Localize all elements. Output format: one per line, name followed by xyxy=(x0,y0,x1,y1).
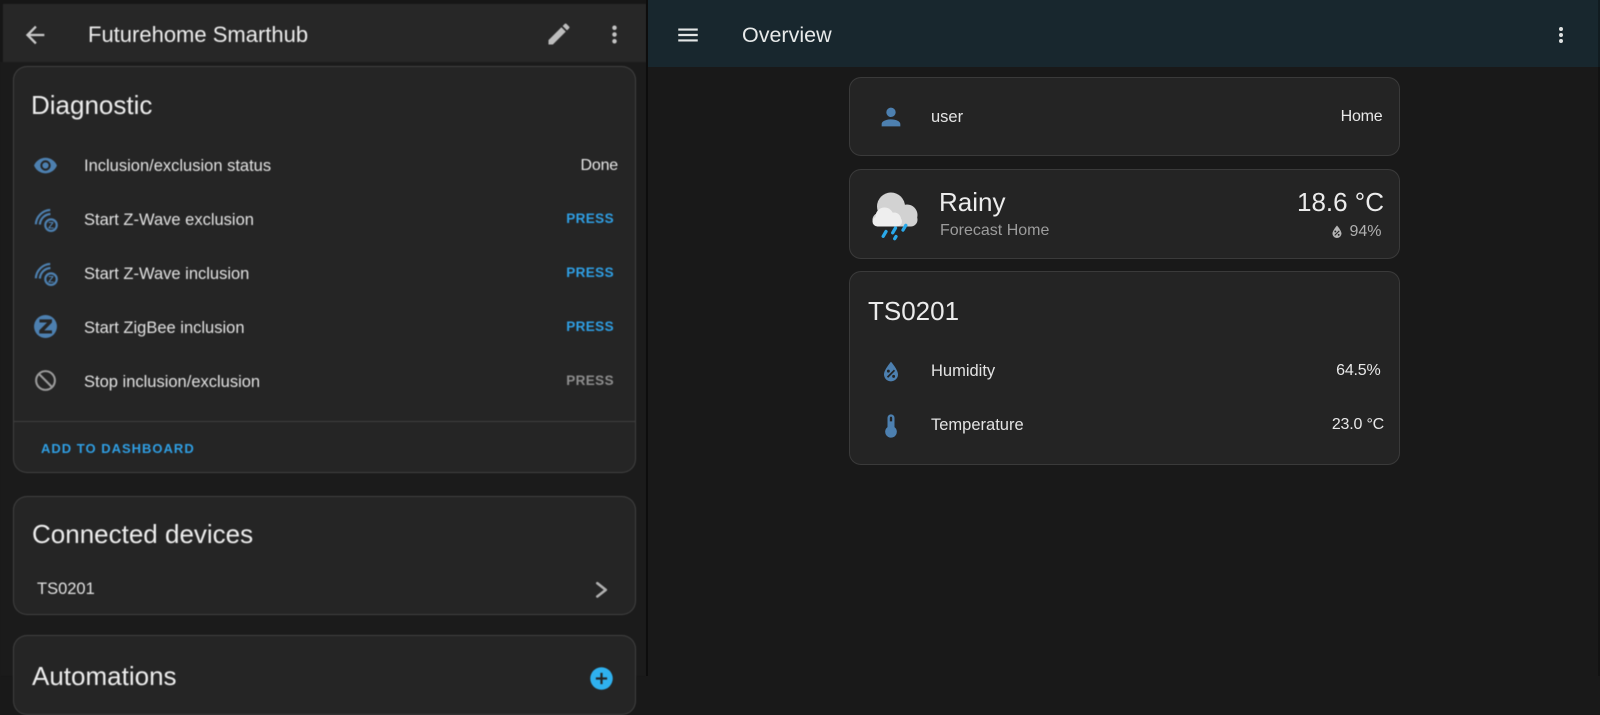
svg-text:Z: Z xyxy=(48,220,54,230)
svg-text:Z: Z xyxy=(48,274,54,284)
